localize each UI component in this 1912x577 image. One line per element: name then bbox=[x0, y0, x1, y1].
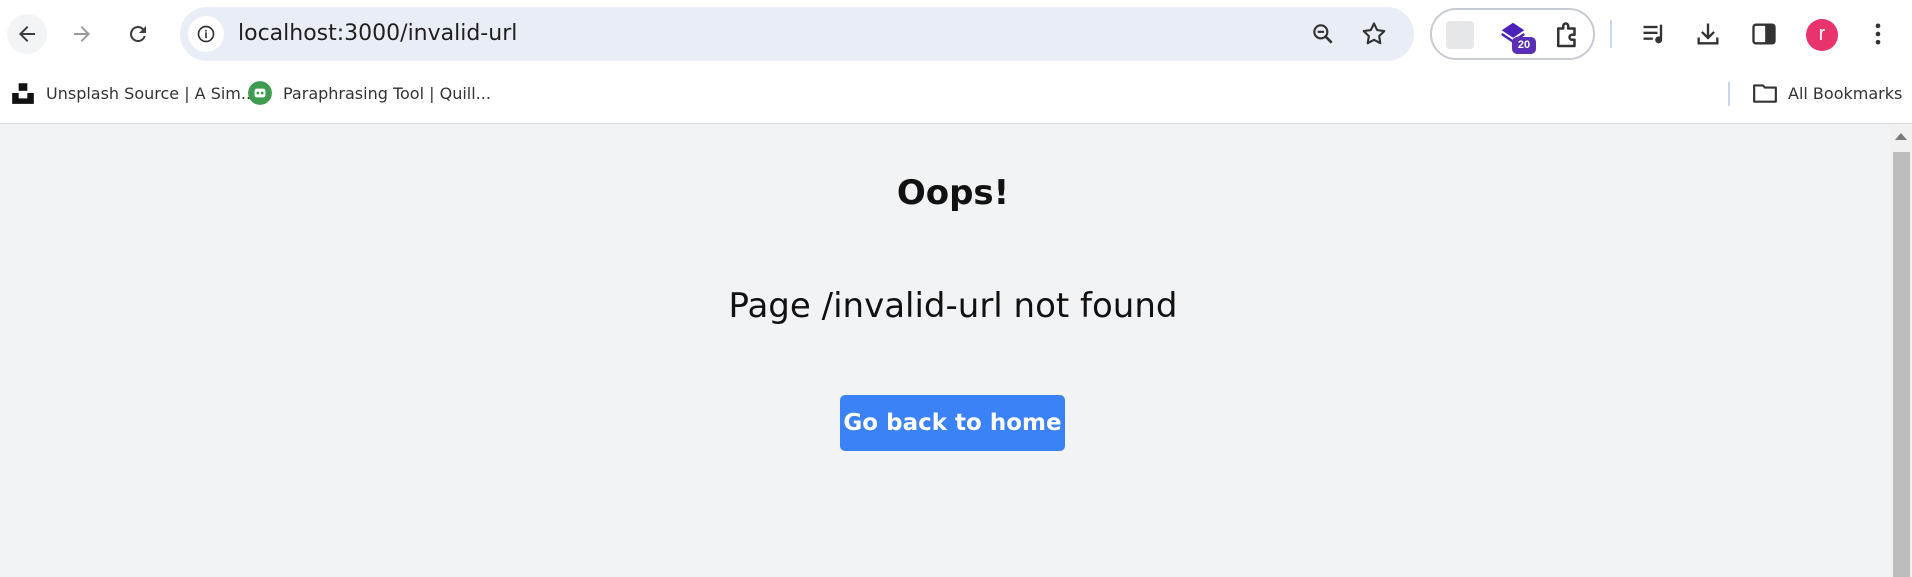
go-home-button[interactable]: Go back to home bbox=[840, 395, 1065, 451]
scroll-thumb[interactable] bbox=[1893, 152, 1910, 577]
url-text[interactable]: localhost:3000/invalid-url bbox=[238, 7, 517, 61]
more-menu-icon[interactable] bbox=[1864, 20, 1892, 48]
bookmark-label: Paraphrasing Tool | Quill... bbox=[283, 83, 491, 103]
puzzle-icon[interactable] bbox=[1552, 21, 1582, 51]
reload-button[interactable] bbox=[118, 14, 158, 54]
extensions-group: 20 bbox=[1430, 8, 1595, 60]
zoom-icon[interactable] bbox=[1310, 21, 1336, 47]
site-info-button[interactable] bbox=[188, 16, 224, 52]
bookmark-star-icon[interactable] bbox=[1360, 20, 1388, 48]
extension-badge: 20 bbox=[1512, 37, 1536, 54]
side-panel-icon[interactable] bbox=[1750, 20, 1778, 48]
bookmark-label: Unsplash Source | A Sim... bbox=[46, 83, 257, 103]
back-button[interactable] bbox=[7, 14, 47, 54]
folder-icon bbox=[1753, 84, 1777, 103]
error-title: Oops! bbox=[896, 173, 1010, 213]
extension-icon[interactable] bbox=[1446, 21, 1474, 49]
browser-toolbar: localhost:3000/invalid-url 20 r bbox=[0, 0, 1912, 68]
scroll-up-arrow-icon[interactable] bbox=[1895, 133, 1907, 140]
forward-button[interactable] bbox=[62, 14, 102, 54]
bookmarks-bar: Unsplash Source | A Sim... Paraphrasing … bbox=[0, 68, 1912, 124]
error-message: Page /invalid-url not found bbox=[728, 286, 1178, 326]
bookmarks-divider bbox=[1728, 82, 1730, 106]
media-queue-icon[interactable] bbox=[1640, 20, 1668, 48]
quillbot-icon bbox=[248, 81, 272, 105]
unsplash-icon bbox=[12, 83, 34, 104]
profile-avatar[interactable]: r bbox=[1806, 19, 1838, 51]
all-bookmarks-button[interactable]: All Bookmarks bbox=[1752, 79, 1902, 107]
all-bookmarks-label: All Bookmarks bbox=[1788, 83, 1903, 103]
site-info-icon bbox=[197, 25, 215, 43]
bookmark-unsplash[interactable]: Unsplash Source | A Sim... bbox=[10, 79, 256, 107]
bookmark-paraphrasing-tool[interactable]: Paraphrasing Tool | Quill... bbox=[247, 79, 491, 107]
toolbar-divider bbox=[1610, 20, 1612, 48]
page-content: Oops! Page /invalid-url not found Go bac… bbox=[0, 125, 1890, 577]
download-icon[interactable] bbox=[1694, 20, 1722, 48]
address-bar[interactable]: localhost:3000/invalid-url bbox=[180, 7, 1414, 61]
reload-icon bbox=[130, 26, 146, 42]
back-arrow-icon bbox=[19, 26, 35, 42]
forward-arrow-icon bbox=[74, 26, 90, 42]
scrollbar[interactable] bbox=[1890, 125, 1912, 577]
